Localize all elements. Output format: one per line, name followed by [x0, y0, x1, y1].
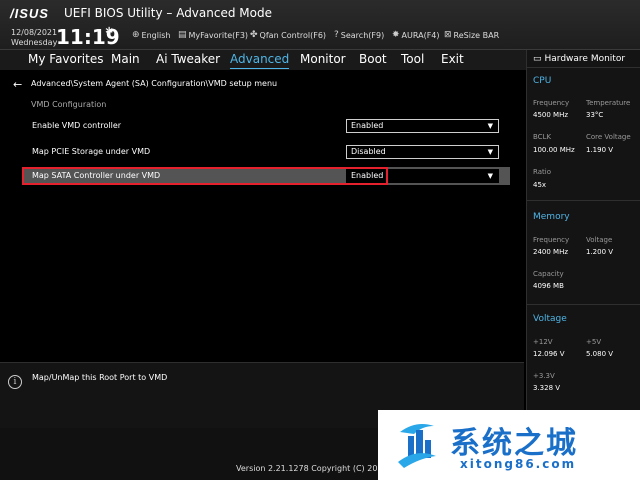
aura-icon: ✸: [392, 30, 400, 40]
hardware-monitor-label: Hardware Monitor: [544, 54, 626, 64]
enable-vmd-dropdown[interactable]: Enabled ▼: [346, 119, 499, 133]
language-label: English: [141, 30, 171, 40]
v33-value: 3.328 V: [533, 384, 561, 392]
cpu-heading: CPU: [533, 76, 552, 86]
globe-icon: ⊕: [132, 30, 140, 40]
tab-ai-tweaker[interactable]: Ai Tweaker: [156, 52, 220, 66]
memory-capacity-label: Capacity: [533, 270, 564, 278]
memory-heading: Memory: [533, 212, 570, 222]
settings-panel: ← Advanced\System Agent (SA) Configurati…: [0, 70, 524, 360]
aura-label: AURA(F4): [401, 30, 440, 40]
bclk-label: BCLK: [533, 133, 552, 141]
watermark-logo-icon: [398, 424, 436, 468]
tab-boot[interactable]: Boot: [359, 52, 387, 66]
hardware-monitor-panel: ▭ Hardware Monitor CPU Frequency Tempera…: [526, 50, 640, 410]
v33-label: +3.3V: [533, 372, 555, 380]
bclk-value: 100.00 MHz: [533, 146, 575, 154]
caret-down-icon: ▼: [487, 148, 493, 156]
fan-icon: ✤: [250, 30, 258, 40]
core-voltage-label: Core Voltage: [586, 133, 631, 141]
memory-frequency-value: 2400 MHz: [533, 248, 569, 256]
tab-tool[interactable]: Tool: [401, 52, 424, 66]
weekday-text: Wednesday: [11, 38, 58, 47]
watermark-chinese-text: 系统之城: [450, 426, 578, 461]
tab-my-favorites[interactable]: My Favorites: [28, 52, 103, 66]
ratio-value: 45x: [533, 181, 547, 189]
app-title: UEFI BIOS Utility – Advanced Mode: [64, 6, 272, 20]
aura-button[interactable]: ✸ AURA(F4): [392, 30, 440, 40]
setting-row-map-sata[interactable]: Map SATA Controller under VMD Enabled ▼: [22, 167, 510, 185]
divider: [527, 67, 640, 68]
cpu-temperature-value: 33°C: [586, 111, 604, 119]
search-label: Search(F9): [340, 30, 385, 40]
selection-highlight-box: [22, 167, 388, 185]
memory-frequency-label: Frequency: [533, 236, 570, 244]
setting-label: Map PCIE Storage under VMD: [32, 147, 151, 156]
ratio-label: Ratio: [533, 168, 551, 176]
setting-label: Enable VMD controller: [32, 121, 122, 130]
myfavorite-label: MyFavorite(F3): [188, 30, 249, 40]
setting-row-map-pcie[interactable]: Map PCIE Storage under VMD Disabled ▼: [22, 143, 510, 161]
gear-icon[interactable]: ✲: [105, 26, 113, 37]
favorite-icon: ▤: [178, 30, 187, 40]
section-title: VMD Configuration: [31, 100, 107, 109]
asus-logo: /ISUS: [10, 6, 49, 21]
monitor-icon: ▭: [533, 54, 542, 64]
dropdown-value: Disabled: [351, 147, 386, 156]
resize-bar-label: ReSize BAR: [453, 30, 500, 40]
version-text: Version 2.21.1278 Copyright (C) 202: [236, 464, 383, 473]
myfavorite-button[interactable]: ▤ MyFavorite(F3): [178, 30, 248, 40]
resize-bar-icon: ⊠: [444, 30, 452, 40]
v5-label: +5V: [586, 338, 602, 346]
divider: [527, 304, 640, 305]
v12-value: 12.096 V: [533, 350, 565, 358]
divider: [527, 200, 640, 201]
watermark: 系统之城 xitong86.com: [378, 410, 640, 480]
breadcrumb: Advanced\System Agent (SA) Configuration…: [31, 79, 278, 88]
caret-down-icon: ▼: [487, 122, 493, 130]
dropdown-value: Enabled: [351, 121, 384, 130]
cpu-frequency-label: Frequency: [533, 99, 570, 107]
tab-exit[interactable]: Exit: [441, 52, 464, 66]
info-icon: i: [8, 375, 22, 389]
v5-value: 5.080 V: [586, 350, 614, 358]
hardware-monitor-title: ▭ Hardware Monitor: [533, 54, 625, 64]
core-voltage-value: 1.190 V: [586, 146, 614, 154]
tab-main[interactable]: Main: [111, 52, 140, 66]
resize-bar-button[interactable]: ⊠ ReSize BAR: [444, 30, 499, 40]
qfan-button[interactable]: ✤ Qfan Control(F6): [250, 30, 326, 40]
cpu-frequency-value: 4500 MHz: [533, 111, 569, 119]
date-text: 12/08/2021: [11, 28, 58, 37]
v12-label: +12V: [533, 338, 553, 346]
caret-down-icon: ▼: [487, 172, 493, 180]
map-pcie-dropdown[interactable]: Disabled ▼: [346, 145, 499, 159]
tab-advanced[interactable]: Advanced: [230, 52, 290, 69]
setting-row-enable-vmd[interactable]: Enable VMD controller Enabled ▼: [22, 117, 510, 135]
search-icon: ?: [334, 30, 339, 40]
voltage-heading: Voltage: [533, 314, 567, 324]
watermark-url: xitong86.com: [460, 457, 577, 471]
language-button[interactable]: ⊕ English: [132, 30, 170, 40]
tab-monitor[interactable]: Monitor: [300, 52, 346, 66]
memory-voltage-value: 1.200 V: [586, 248, 614, 256]
top-bar: /ISUS UEFI BIOS Utility – Advanced Mode …: [0, 0, 640, 50]
qfan-label: Qfan Control(F6): [259, 30, 327, 40]
memory-voltage-label: Voltage: [586, 236, 613, 244]
back-arrow-icon[interactable]: ←: [13, 78, 22, 91]
help-text: Map/UnMap this Root Port to VMD: [32, 373, 168, 382]
cpu-temperature-label: Temperature: [586, 99, 631, 107]
search-button[interactable]: ? Search(F9): [334, 30, 384, 40]
memory-capacity-value: 4096 MB: [533, 282, 564, 290]
date-display: 12/08/2021 Wednesday: [11, 28, 57, 48]
